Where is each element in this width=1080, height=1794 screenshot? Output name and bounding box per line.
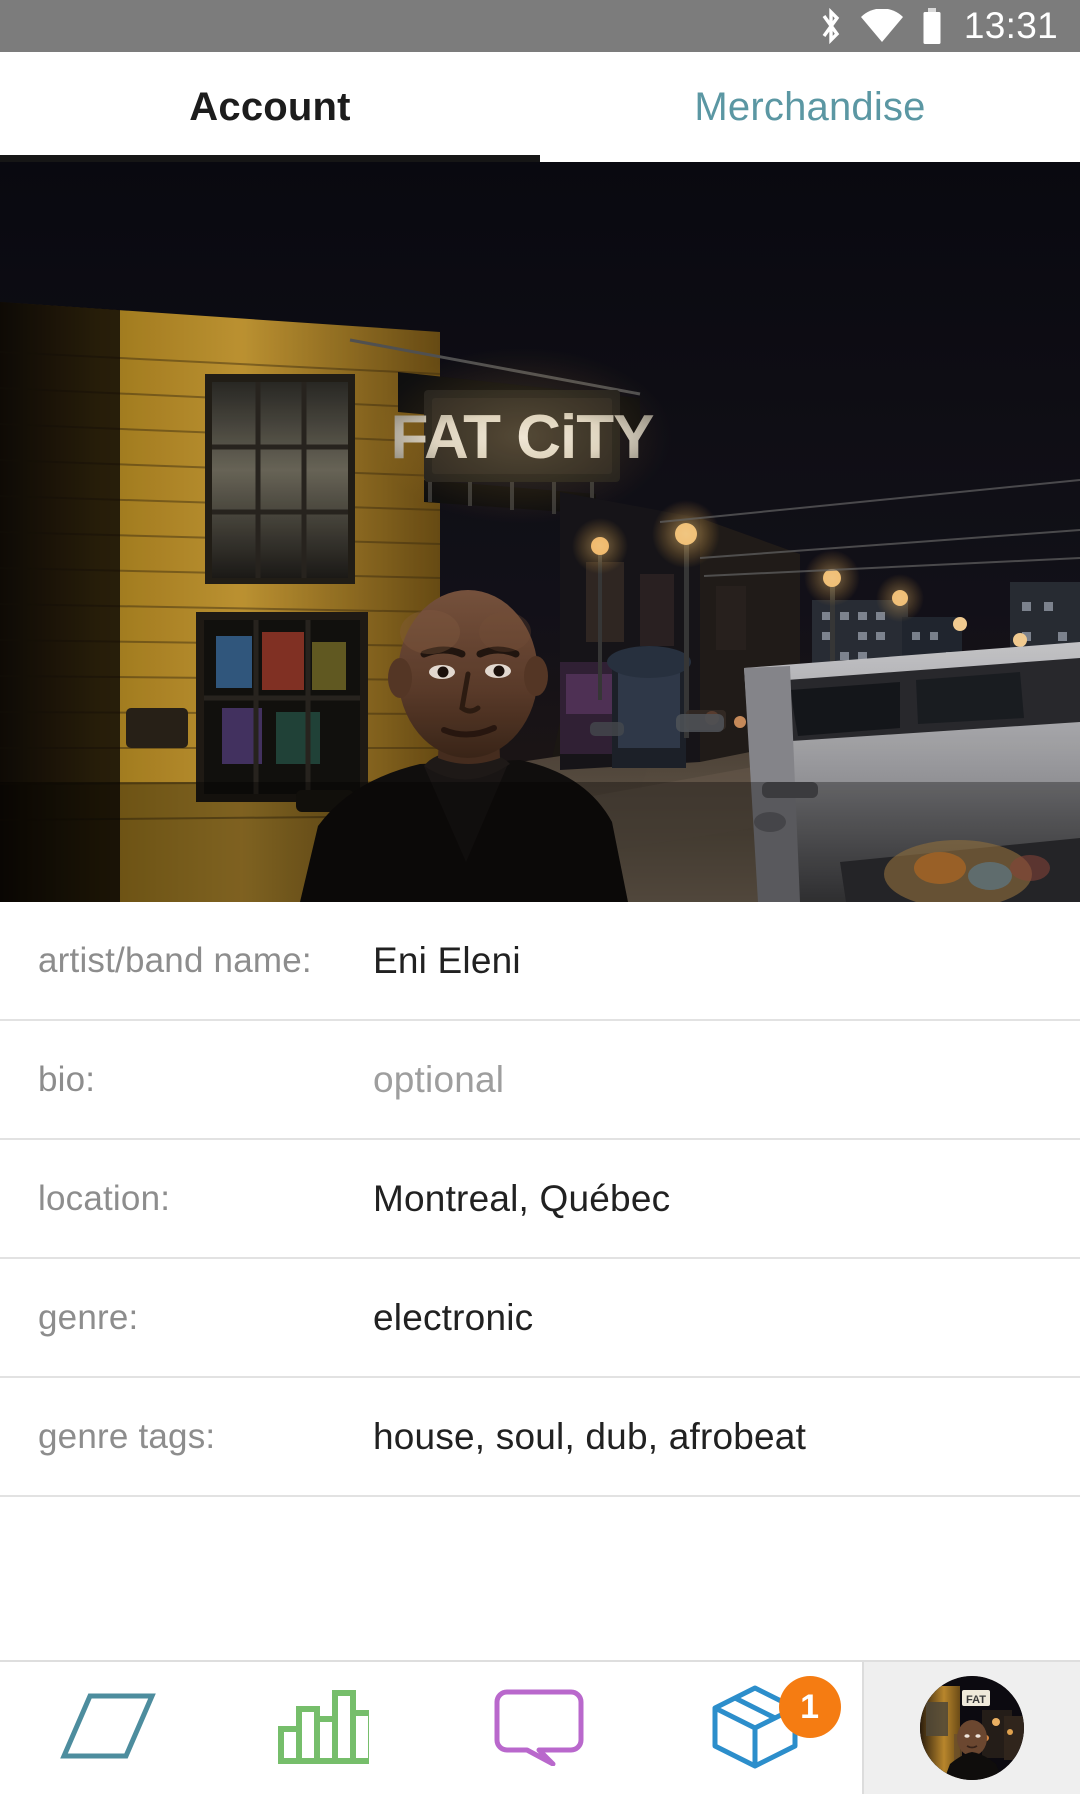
form-row-bio[interactable]: bio: optional (0, 1021, 1080, 1140)
merchandise-badge-count: 1 (778, 1676, 841, 1738)
avatar-artwork: FAT (920, 1676, 1025, 1780)
form-row-location[interactable]: location: Montreal, Québec (0, 1140, 1080, 1259)
label-bio: bio: (38, 1059, 96, 1099)
nav-item-profile[interactable]: FAT (862, 1662, 1080, 1794)
tab-bar: Account Merchandise (0, 52, 1080, 162)
parallelogram-icon (59, 1690, 156, 1767)
tab-merchandise[interactable]: Merchandise (540, 52, 1080, 162)
status-bar: 13:31 (0, 0, 1080, 52)
nav-item-merchandise[interactable]: 1 (647, 1662, 863, 1794)
form-row-genre-tags[interactable]: genre tags: house, soul, dub, afrobeat (0, 1378, 1080, 1497)
svg-text:FAT: FAT (966, 1694, 986, 1706)
label-genre: genre: (38, 1297, 139, 1337)
bottom-navigation-bar: 1 FAT (0, 1660, 1080, 1794)
value-location[interactable]: Montreal, Québec (373, 1178, 670, 1220)
wifi-icon (860, 9, 904, 43)
label-genre-tags: genre tags: (38, 1416, 216, 1456)
profile-avatar[interactable]: FAT (920, 1676, 1025, 1780)
nav-item-messages[interactable] (431, 1662, 647, 1794)
banner-artwork: FAT CiTY (0, 162, 1080, 902)
status-time: 13:31 (963, 5, 1058, 46)
artist-banner-image[interactable]: FAT CiTY (0, 162, 1080, 902)
nav-item-stats[interactable] (216, 1662, 432, 1794)
tab-active-indicator (0, 155, 540, 162)
speech-bubble-icon (493, 1686, 585, 1771)
battery-icon (920, 7, 944, 45)
form-row-genre[interactable]: genre: electronic (0, 1259, 1080, 1378)
label-location: location: (38, 1178, 171, 1218)
value-genre-tags[interactable]: house, soul, dub, afrobeat (373, 1416, 806, 1458)
value-genre[interactable]: electronic (373, 1297, 533, 1339)
account-form-list: artist/band name: Eni Eleni bio: optiona… (0, 902, 1080, 1497)
bluetooth-icon (818, 7, 844, 45)
bar-chart-icon (277, 1687, 375, 1770)
form-row-artist-band-name[interactable]: artist/band name: Eni Eleni (0, 902, 1080, 1021)
value-artist-band-name[interactable]: Eni Eleni (373, 940, 521, 982)
value-bio[interactable]: optional (373, 1059, 504, 1101)
tab-account[interactable]: Account (0, 52, 540, 162)
label-artist-band-name: artist/band name: (38, 940, 312, 980)
nav-item-releases[interactable] (0, 1662, 216, 1794)
